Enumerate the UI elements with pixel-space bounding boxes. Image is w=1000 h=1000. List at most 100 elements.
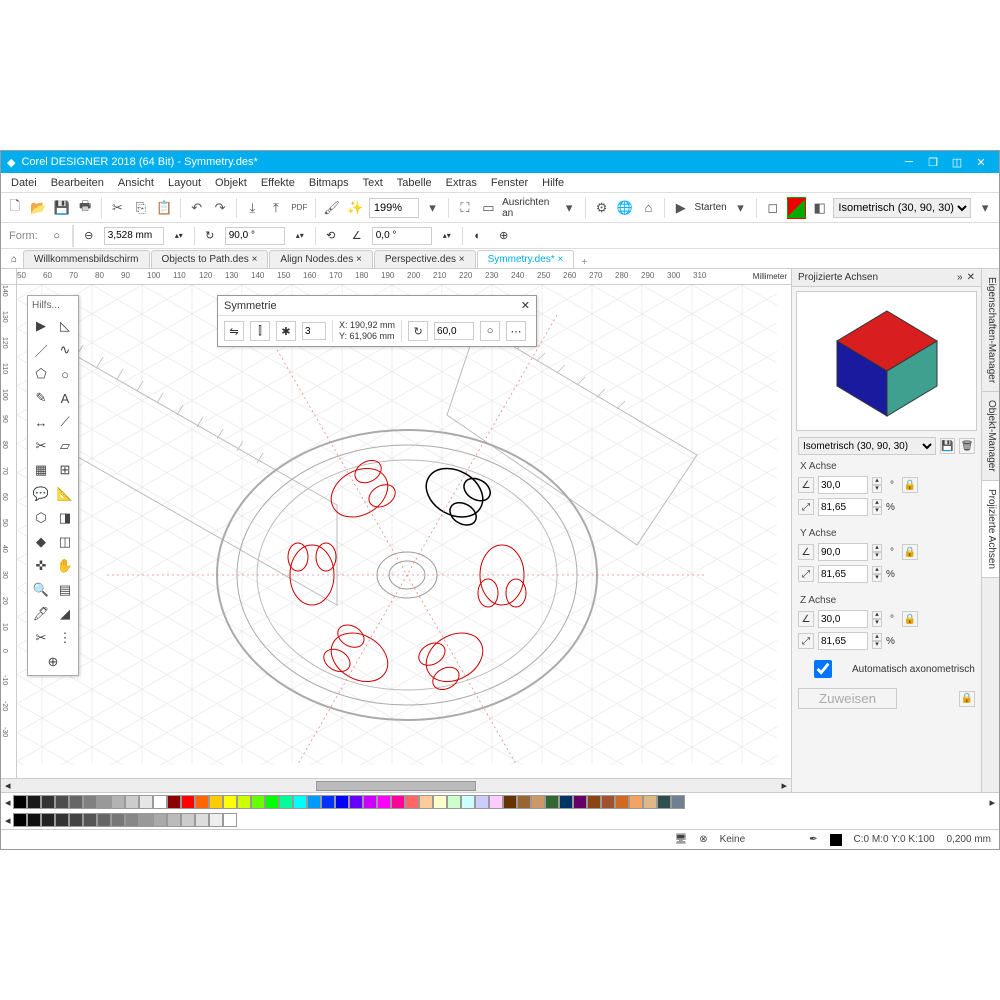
gray-swatch[interactable] — [195, 813, 209, 827]
gray-swatch[interactable] — [223, 813, 237, 827]
rotate-icon[interactable]: ↻ — [408, 321, 428, 341]
add-tool[interactable]: ⊕ — [30, 651, 76, 673]
minimize-button[interactable]: ─ — [897, 156, 921, 168]
menu-layout[interactable]: Layout — [162, 175, 207, 191]
gray-palette-scroll-left[interactable]: ◂ — [5, 814, 11, 827]
gray-swatch[interactable] — [27, 813, 41, 827]
color-swatch[interactable] — [643, 795, 657, 809]
color-swatch[interactable] — [251, 795, 265, 809]
color-swatch[interactable] — [55, 795, 69, 809]
color-swatch[interactable] — [475, 795, 489, 809]
add-tab-button[interactable]: + — [575, 257, 593, 268]
new-button[interactable]: 🗋 — [5, 197, 24, 219]
wand-icon[interactable]: ✨ — [345, 197, 364, 219]
eyedropper-tool[interactable]: ✜ — [30, 555, 52, 577]
menu-hilfe[interactable]: Hilfe — [536, 175, 570, 191]
axis-2-angle-input[interactable] — [818, 610, 868, 628]
gray-swatch[interactable] — [97, 813, 111, 827]
color-swatch[interactable] — [223, 795, 237, 809]
transparency-tool[interactable]: ◫ — [54, 531, 76, 553]
pan-tool[interactable]: ✋ — [54, 555, 76, 577]
delete-preset-icon[interactable]: 🗑 — [959, 438, 975, 454]
gray-swatch[interactable] — [55, 813, 69, 827]
proj-dropdown[interactable]: ▾ — [975, 197, 994, 219]
color-swatch[interactable] — [545, 795, 559, 809]
measure-tool[interactable]: 📐 — [54, 483, 76, 505]
axis-1-preview-icon[interactable]: 🔒 — [902, 544, 918, 560]
angle2-spinner[interactable]: ▴▾ — [436, 225, 458, 247]
color-swatch[interactable] — [391, 795, 405, 809]
color-swatch[interactable] — [489, 795, 503, 809]
gray-swatch[interactable] — [13, 813, 27, 827]
ellipse-tool[interactable]: ○ — [54, 363, 76, 385]
color-swatch[interactable] — [629, 795, 643, 809]
color-swatch[interactable] — [335, 795, 349, 809]
undo-button[interactable]: ↶ — [187, 197, 206, 219]
color-swatch[interactable] — [83, 795, 97, 809]
text-tool[interactable]: A — [54, 387, 76, 409]
rotational-icon[interactable]: ✱ — [276, 321, 296, 341]
color-swatch[interactable] — [349, 795, 363, 809]
axis-1-angle-input[interactable] — [818, 543, 868, 561]
gray-swatch[interactable] — [209, 813, 223, 827]
snap-icon[interactable]: ⛶ — [455, 197, 474, 219]
add-prop-button[interactable]: ⊕ — [493, 225, 515, 247]
interactive-fill[interactable]: ◢ — [54, 603, 76, 625]
width-spinner[interactable]: ▴▾ — [168, 225, 190, 247]
sym-extra-icon[interactable]: ○ — [480, 321, 500, 341]
align-dropdown[interactable]: ▾ — [559, 197, 578, 219]
pdf-button[interactable]: PDF — [290, 197, 309, 219]
menu-extras[interactable]: Extras — [440, 175, 483, 191]
color-swatch[interactable] — [559, 795, 573, 809]
axis-2-scale-input[interactable] — [818, 632, 868, 650]
color-swatch[interactable] — [321, 795, 335, 809]
shape-tool[interactable]: ◺ — [54, 315, 76, 337]
mirror-v-icon[interactable]: ⫿ — [250, 321, 270, 341]
color-swatch[interactable] — [139, 795, 153, 809]
color-swatch[interactable] — [111, 795, 125, 809]
color-swatch[interactable] — [657, 795, 671, 809]
color-swatch[interactable] — [27, 795, 41, 809]
gray-swatch[interactable] — [111, 813, 125, 827]
menu-ansicht[interactable]: Ansicht — [112, 175, 160, 191]
cube-outline-icon[interactable]: ◻ — [763, 197, 782, 219]
paste-button[interactable]: 📋 — [155, 197, 174, 219]
color-swatch[interactable] — [531, 795, 545, 809]
color-swatch[interactable] — [41, 795, 55, 809]
copy-button[interactable]: ⎘ — [131, 197, 150, 219]
extra-tool-2[interactable]: ⋮ — [54, 627, 76, 649]
polygon-tool[interactable]: ⬠ — [30, 363, 52, 385]
axis-2-preview-icon[interactable]: 🔒 — [902, 611, 918, 627]
lock-plane-icon[interactable]: 🔒 — [959, 691, 975, 707]
color-swatch[interactable] — [181, 795, 195, 809]
sidetab-1[interactable]: Objekt-Manager — [982, 392, 999, 481]
tab-1[interactable]: Objects to Path.des × — [151, 250, 269, 268]
tab-0[interactable]: Willkommensbildschirm — [23, 250, 149, 268]
color-swatch[interactable] — [573, 795, 587, 809]
callout-tool[interactable]: 💬 — [30, 483, 52, 505]
color-swatch[interactable] — [377, 795, 391, 809]
knife-tool[interactable]: ✂ — [30, 627, 52, 649]
print-button[interactable]: 🖶 — [75, 197, 94, 219]
color-swatch[interactable] — [419, 795, 433, 809]
restore-button[interactable]: ❐ — [921, 156, 945, 169]
color-swatch[interactable] — [363, 795, 377, 809]
layout-icon[interactable]: ▭ — [479, 197, 498, 219]
color-swatch[interactable] — [601, 795, 615, 809]
canvas[interactable]: Hilfs... ▶ ◺ ／ ∿ ⬠ ○ ✎ A ↔ ⟋ ✂ — [17, 285, 791, 778]
color-swatch[interactable] — [69, 795, 83, 809]
color-swatch[interactable] — [195, 795, 209, 809]
tile-button[interactable]: ◫ — [945, 156, 969, 169]
tab-4[interactable]: Symmetry.des* × — [477, 250, 575, 268]
horizontal-scrollbar[interactable]: ◂ ▸ — [1, 778, 791, 792]
angle2-input[interactable] — [372, 227, 432, 245]
gray-swatch[interactable] — [139, 813, 153, 827]
color-swatch[interactable] — [237, 795, 251, 809]
home-icon[interactable]: ⌂ — [639, 197, 658, 219]
color-swatch[interactable] — [293, 795, 307, 809]
auto-axon-checkbox[interactable] — [798, 660, 848, 678]
sym-opts-icon[interactable]: ⋯ — [506, 321, 526, 341]
gray-swatch[interactable] — [167, 813, 181, 827]
brush-icon[interactable]: 🖌 — [322, 197, 341, 219]
color-swatch[interactable] — [265, 795, 279, 809]
